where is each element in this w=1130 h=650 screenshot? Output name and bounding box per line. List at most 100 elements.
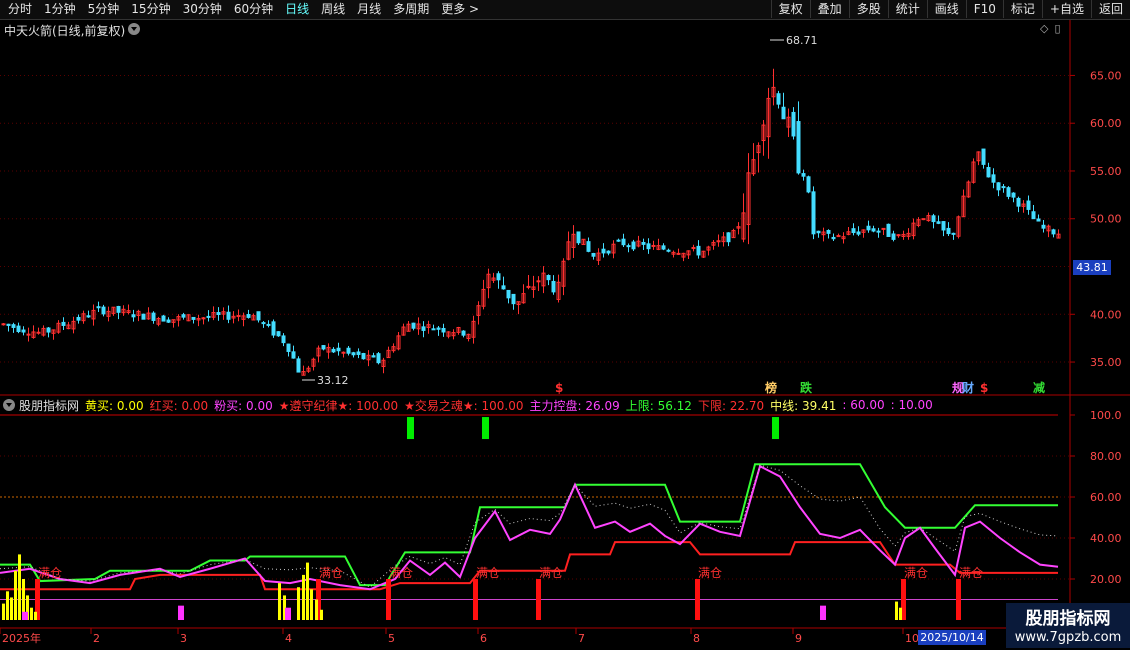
candle-body-66 — [331, 348, 336, 353]
candle-body-87 — [436, 327, 441, 330]
full-label-6: 满仓 — [904, 566, 928, 580]
candle-body-1 — [6, 323, 11, 326]
pink-bar-0 — [22, 611, 28, 620]
candle-body-7 — [36, 331, 41, 334]
candle-body-178 — [891, 233, 896, 240]
ind-tick-label-4: 20.00 — [1090, 573, 1122, 586]
candle-body-208 — [1041, 224, 1046, 229]
yellow-bar-18 — [899, 607, 902, 620]
candle-body-64 — [321, 345, 326, 350]
indicator-field-9: : 60.00 — [842, 398, 885, 412]
candle-body-138 — [691, 247, 696, 250]
candle-body-9 — [46, 327, 51, 333]
candle-body-88 — [441, 327, 446, 333]
candle-body-57 — [286, 343, 291, 352]
candle-body-55 — [276, 331, 281, 337]
yellow-bar-4 — [18, 554, 21, 620]
candle-body-166 — [831, 236, 836, 240]
yellow-bar-13 — [306, 562, 309, 620]
full-label-1: 满仓 — [319, 566, 343, 580]
indicator-field-6: 上限: 56.12 — [625, 398, 692, 413]
yellow-bar-12 — [302, 574, 305, 620]
indicator-field-4: ★交易之魂★: 100.00 — [404, 398, 524, 413]
watermark-title: 股朋指标网 — [1025, 609, 1111, 629]
indicator-field-5: 主力控盘: 26.09 — [529, 398, 620, 413]
green-signal-2 — [772, 417, 779, 440]
lower-limit-line — [0, 541, 1058, 591]
yellow-bar-2 — [10, 597, 13, 620]
candle-body-176 — [881, 227, 886, 230]
candle-body-43 — [216, 312, 221, 316]
low-label: 33.12 — [317, 374, 349, 387]
candle-body-184 — [921, 218, 926, 221]
candle-body-175 — [876, 230, 881, 233]
x-label-3: 4 — [285, 632, 292, 645]
candle-body-69 — [346, 347, 351, 354]
price-tick-label-4: 40.00 — [1090, 308, 1122, 321]
candle-body-139 — [696, 245, 701, 256]
x-label-9: 10 — [905, 632, 919, 645]
candle-body-68 — [341, 351, 346, 354]
pink-bar-3 — [820, 605, 826, 620]
candle-body-19 — [96, 306, 101, 309]
kline-chart[interactable]: 65.00 60.00 55.00 50.00 40.00 35.00 68.71 33.12… — [0, 0, 1130, 650]
candle-body-159 — [796, 121, 801, 174]
candle-body-45 — [226, 311, 231, 320]
candle-body-177 — [886, 223, 891, 237]
candle-body-199 — [996, 182, 1001, 191]
candle-body-30 — [151, 312, 156, 321]
pink-bar-1 — [178, 605, 184, 620]
indicator-field-2: 粉买: 0.00 — [214, 398, 273, 413]
pink-bar-2 — [285, 607, 291, 620]
candle-body-206 — [1031, 211, 1036, 220]
candle-body-109 — [546, 274, 551, 281]
indicator-field-0: 黄买: 0.00 — [85, 398, 144, 413]
candle-body-59 — [296, 358, 301, 373]
full-label-3: 满仓 — [476, 566, 500, 580]
ind-tick-label-1: 80.00 — [1090, 450, 1122, 463]
candle-body-102 — [511, 293, 516, 305]
candle-body-170 — [851, 228, 856, 234]
event-marker-0: $ — [555, 381, 563, 395]
candle-body-17 — [86, 315, 91, 318]
candle-body-163 — [816, 230, 821, 234]
candle-body-174 — [871, 228, 876, 232]
yellow-bar-16 — [320, 609, 323, 620]
candle-body-171 — [856, 231, 861, 235]
indicator-field-1: 红买: 0.00 — [149, 398, 209, 413]
candle-body-207 — [1036, 218, 1041, 222]
event-marker-2: 跌 — [800, 380, 813, 395]
yellow-bar-7 — [30, 607, 33, 620]
current-price-tag: 43.81 — [1073, 260, 1111, 275]
candle-body-12 — [61, 321, 66, 326]
candle-body-23 — [116, 305, 121, 313]
candle-body-56 — [281, 335, 286, 344]
candle-body-74 — [371, 355, 376, 358]
cursor-date-tag: 2025/10/14 — [918, 630, 986, 645]
full-label-4: 满仓 — [539, 566, 563, 580]
candle-body-130 — [651, 244, 656, 247]
yellow-bar-1 — [6, 591, 9, 620]
candle-body-105 — [526, 285, 531, 288]
watermark-url: www.7gpzb.com — [1014, 630, 1122, 645]
yellow-bar-15 — [315, 599, 318, 620]
x-label-5: 6 — [480, 632, 487, 645]
candle-body-117 — [586, 241, 591, 252]
candle-body-156 — [781, 106, 786, 120]
yellow-bar-0 — [2, 603, 5, 620]
ind-tick-label-2: 60.00 — [1090, 491, 1122, 504]
chevron-down-icon[interactable] — [3, 399, 15, 411]
full-bar-2 — [386, 579, 391, 620]
yellow-bar-17 — [895, 601, 898, 620]
candle-body-198 — [991, 174, 996, 183]
x-label-2: 3 — [180, 632, 187, 645]
candle-body-51 — [256, 311, 261, 321]
candle-body-190 — [951, 232, 956, 235]
indicator-field-7: 下限: 22.70 — [697, 398, 765, 413]
green-signal-0 — [407, 417, 414, 440]
full-label-2: 满仓 — [389, 566, 413, 580]
candle-body-49 — [246, 314, 251, 318]
event-marker-1: 榜 — [765, 380, 777, 395]
candle-body-167 — [836, 235, 841, 238]
indicator-field-8: 中线: 39.41 — [770, 398, 837, 413]
